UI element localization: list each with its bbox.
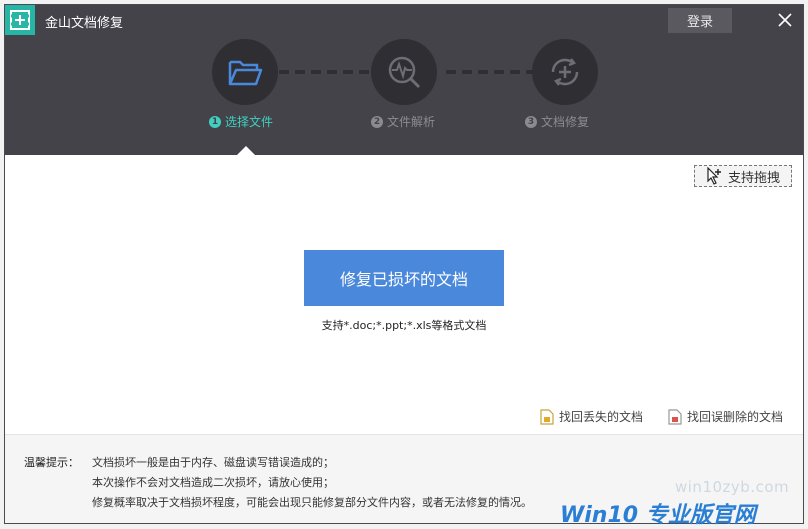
step-number: 1 [209, 115, 221, 128]
recover-deleted-label: 找回误删除的文档 [687, 410, 784, 424]
tips-line: 文档损坏一般是由于内存、磁盘读写错误造成的； [92, 456, 334, 469]
app-title: 金山文档修复 [45, 16, 124, 31]
step-repair-doc [532, 39, 598, 105]
login-button[interactable]: 登录 [668, 8, 732, 33]
step-label-text: 文档修复 [541, 115, 590, 129]
repair-document-button[interactable]: 修复已损坏的文档 [304, 250, 504, 306]
step-connector [446, 70, 536, 74]
repair-window: 金山文档修复 登录 1 选择文件 2 文件解析 3 文档修复 支持拖拽 修复已损… [4, 4, 804, 524]
deleted-document-icon [668, 408, 682, 425]
cursor-plus-icon [707, 167, 721, 185]
step-number: 2 [371, 115, 383, 128]
watermark-brand: Win10 专业版官网 [560, 503, 756, 528]
tips-line: 本次操作不会对文档造成二次损坏，请放心使用； [92, 476, 334, 489]
supported-formats-text: 支持*.doc;*.ppt;*.xls等格式文档 [321, 319, 487, 332]
step-label-2: 2 文件解析 [371, 113, 435, 130]
lost-document-icon [540, 408, 554, 425]
drag-support-label: 支持拖拽 [727, 170, 780, 186]
recover-lost-link[interactable]: 找回丢失的文档 [540, 408, 643, 425]
step-number: 3 [525, 115, 537, 128]
step-label-text: 选择文件 [225, 115, 274, 129]
drag-support-badge: 支持拖拽 [694, 165, 792, 187]
recover-deleted-link[interactable]: 找回误删除的文档 [668, 408, 783, 425]
step-label-text: 文件解析 [387, 115, 436, 129]
close-icon[interactable] [775, 10, 795, 30]
refresh-plus-icon [551, 58, 579, 86]
magnify-analysis-icon [388, 56, 421, 89]
step-parse-file [371, 39, 437, 105]
step-label-1: 1 选择文件 [209, 113, 273, 130]
header-bar: 金山文档修复 登录 1 选择文件 2 文件解析 3 文档修复 [5, 5, 803, 156]
tips-title: 温馨提示： [24, 456, 79, 469]
watermark-site: win10zyb.com [675, 478, 790, 496]
active-step-pointer [236, 146, 256, 156]
folder-icon [228, 60, 263, 86]
recover-lost-label: 找回丢失的文档 [559, 410, 644, 424]
step-label-3: 3 文档修复 [525, 113, 589, 130]
step-select-file [212, 39, 278, 105]
tips-line: 修复概率取决于文档损坏程度，可能会出现只能修复部分文件内容，或者无法修复的情况。 [92, 496, 532, 509]
step-connector [279, 70, 373, 74]
app-logo-icon [5, 5, 35, 35]
